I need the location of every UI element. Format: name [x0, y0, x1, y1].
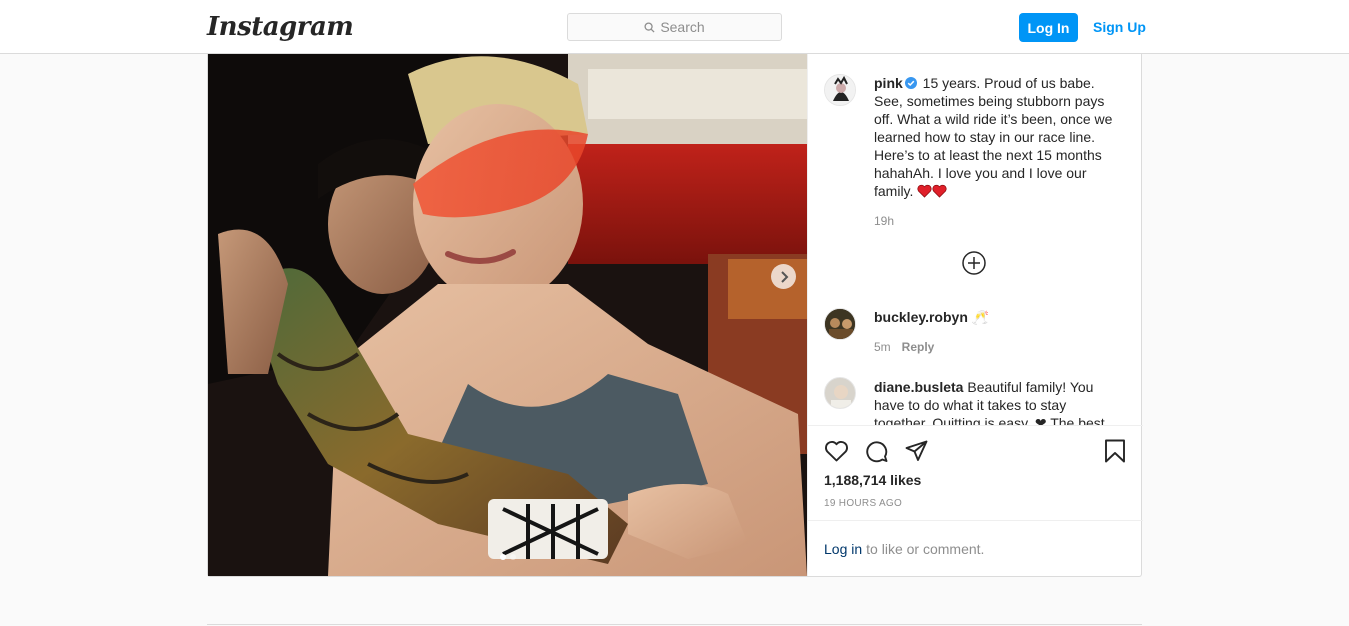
chevron-right-icon — [780, 270, 788, 283]
author-avatar[interactable] — [824, 74, 856, 106]
login-link[interactable]: Log in — [824, 541, 862, 557]
carousel-dot — [499, 554, 506, 560]
reply-button[interactable]: Reply — [902, 340, 935, 354]
post-caption: pink 15 years. Proud of us babe. See, so… — [874, 74, 1119, 200]
search-icon — [644, 21, 655, 33]
carousel-dot — [509, 554, 516, 560]
avatar[interactable] — [824, 377, 856, 409]
login-to-comment: Log in to like or comment. — [808, 520, 1143, 576]
caption-text: 15 years. Proud of us babe. See, sometim… — [874, 75, 1113, 199]
plus-circle-icon[interactable] — [962, 251, 986, 275]
comments-list: pink 15 years. Proud of us babe. See, so… — [808, 54, 1143, 426]
comment-meta: 5m Reply — [874, 340, 934, 354]
verified-badge-icon — [904, 77, 917, 89]
share-icon[interactable] — [904, 439, 929, 463]
avatar[interactable] — [824, 308, 856, 340]
search-placeholder: Search — [660, 19, 705, 35]
caption-age: 19h — [874, 214, 895, 228]
instagram-logo[interactable]: Instagram — [207, 12, 354, 42]
likes-count[interactable]: 1,188,714 likes — [824, 472, 921, 488]
signup-link[interactable]: Sign Up — [1093, 19, 1146, 35]
bookmark-icon[interactable] — [1104, 439, 1126, 463]
comment-text: 🥂 — [971, 309, 990, 325]
carousel-indicator — [208, 554, 807, 560]
post-photo[interactable] — [208, 54, 807, 576]
post-card: pink 15 years. Proud of us babe. See, so… — [207, 54, 1143, 577]
login-button[interactable]: Log In — [1019, 13, 1078, 42]
top-navigation-bar: Instagram Search Log In Sign Up — [0, 0, 1349, 54]
heart-emoji-icon — [917, 184, 932, 198]
post-photo-illustration — [208, 54, 807, 576]
post-side-panel: pink 15 years. Proud of us babe. See, so… — [807, 54, 1143, 576]
divider — [207, 624, 1142, 625]
author-username[interactable]: pink — [874, 75, 903, 91]
post-timestamp: 19 HOURS AGO — [824, 498, 903, 509]
carousel-next-button[interactable] — [771, 264, 796, 289]
post-actions-bar — [808, 426, 1143, 478]
comment: diane.busleta Beautiful family! You have… — [874, 378, 1119, 425]
comment-age: 5m — [874, 340, 891, 354]
comment: buckley.robyn 🥂 — [874, 308, 1119, 326]
search-input[interactable]: Search — [567, 13, 782, 41]
login-prompt-text: to like or comment. — [866, 540, 985, 557]
comment-icon[interactable] — [864, 439, 889, 463]
heart-emoji-icon — [932, 184, 947, 198]
comment-username[interactable]: diane.busleta — [874, 379, 963, 395]
like-heart-icon[interactable] — [824, 439, 849, 463]
comment-username[interactable]: buckley.robyn — [874, 309, 968, 325]
